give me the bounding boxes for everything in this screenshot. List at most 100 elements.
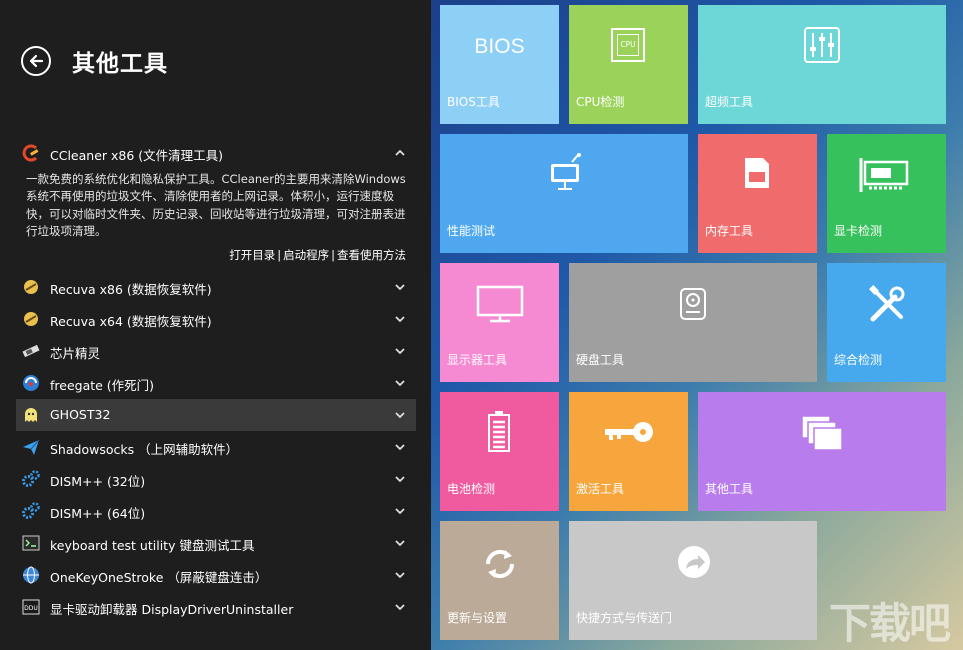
cpu-icon: CPU (611, 28, 645, 62)
gears-icon (22, 502, 40, 520)
ccleaner-icon (22, 144, 39, 162)
list-item-ghost32[interactable]: GHOST32 (16, 399, 416, 432)
open-folder-link[interactable]: 打开目录 (229, 248, 275, 262)
display-icon (476, 285, 524, 323)
bios-icon: BIOS (474, 35, 525, 58)
hard-disk-icon (680, 288, 706, 320)
list-item-freegate[interactable]: freegate (作死门) (16, 367, 416, 399)
chevron-up-icon[interactable] (394, 147, 406, 159)
chevron-down-icon[interactable] (394, 473, 406, 485)
equalizer-icon (804, 27, 840, 63)
tile-bios[interactable]: BIOS BIOS工具 (440, 5, 559, 124)
tool-list: CCleaner x86 (文件清理工具) 一款免费的系统优化和隐私保护工具。C… (16, 137, 416, 623)
tile-battery[interactable]: 电池检测 (440, 392, 559, 511)
ghost-icon (25, 408, 37, 423)
tile-gpu[interactable]: 显卡检测 (827, 134, 946, 253)
key-icon (605, 422, 653, 442)
chip-icon (22, 345, 40, 358)
globe-icon (23, 566, 39, 584)
list-item-ddu[interactable]: DDU 显卡驱动卸载器 DisplayDriverUninstaller (16, 591, 416, 623)
terminal-icon (22, 535, 40, 551)
list-item-recuva-x64[interactable]: Recuva x64 (数据恢复软件) (16, 303, 416, 335)
list-item-label: DISM++ (32位) (50, 474, 146, 490)
chevron-down-icon[interactable] (394, 505, 406, 517)
tile-other-tools[interactable]: 其他工具 (698, 392, 946, 511)
tile-label: 显示器工具 (447, 353, 508, 367)
chevron-down-icon[interactable] (394, 441, 406, 453)
chevron-down-icon[interactable] (394, 377, 406, 389)
back-button[interactable] (21, 46, 51, 76)
freegate-icon (23, 375, 39, 392)
item-description: 一款免费的系统优化和隐私保护工具。CCleaner的主要用来清除Windows系… (26, 172, 406, 238)
chevron-down-icon[interactable] (394, 313, 406, 325)
list-item-label: OneKeyOneStroke （屏蔽键盘连击） (50, 570, 268, 586)
list-item-recuva-x86[interactable]: Recuva x86 (数据恢复软件) (16, 271, 416, 303)
tile-grid: BIOS BIOS工具 CPU CPU检测 超频工具 性能测试 内存工具 显卡检… (431, 0, 963, 650)
chevron-down-icon[interactable] (394, 601, 406, 613)
list-item-label: Recuva x64 (数据恢复软件) (50, 314, 212, 330)
list-item-keyboard-test[interactable]: keyboard test utility 键盘测试工具 (16, 527, 416, 559)
list-item-label: 芯片精灵 (50, 346, 101, 362)
page-title: 其他工具 (72, 51, 168, 77)
list-item-dism-32[interactable]: DISM++ (32位) (16, 463, 416, 495)
tile-label: 综合检测 (834, 353, 883, 367)
ddu-icon: DDU (22, 599, 40, 615)
item-actions: 打开目录 | 启动程序 | 查看使用方法 (16, 240, 416, 271)
battery-icon (488, 411, 510, 452)
separator: | (331, 248, 335, 263)
tile-general-check[interactable]: 综合检测 (827, 263, 946, 382)
tile-overclock[interactable]: 超频工具 (698, 5, 946, 124)
tile-label: BIOS工具 (447, 95, 500, 109)
list-item-label: CCleaner x86 (文件清理工具) (50, 148, 224, 163)
graphics-card-icon (859, 158, 909, 192)
launch-program-link[interactable]: 启动程序 (283, 248, 329, 262)
tile-update-settings[interactable]: 更新与设置 (440, 521, 559, 640)
list-item-shadowsocks[interactable]: Shadowsocks （上网辅助软件） (16, 431, 416, 463)
tile-label: 显卡检测 (834, 224, 883, 238)
chevron-down-icon[interactable] (394, 569, 406, 581)
view-usage-link[interactable]: 查看使用方法 (337, 248, 406, 262)
list-item-chip[interactable]: 芯片精灵 (16, 335, 416, 367)
monitor-test-icon (551, 153, 581, 190)
chevron-down-icon[interactable] (394, 281, 406, 293)
recuva-icon (24, 312, 38, 327)
list-item-dism-64[interactable]: DISM++ (64位) (16, 495, 416, 527)
tile-label: 更新与设置 (447, 611, 508, 625)
watermark: 下载吧 (829, 599, 951, 648)
tile-label: 硬盘工具 (576, 353, 625, 367)
list-item-onekeyonestroke[interactable]: OneKeyOneStroke （屏蔽键盘连击） (16, 559, 416, 591)
refresh-icon (485, 549, 515, 579)
chevron-down-icon[interactable] (394, 409, 406, 421)
tile-performance[interactable]: 性能测试 (440, 134, 688, 253)
list-item-label: 显卡驱动卸载器 DisplayDriverUninstaller (50, 602, 294, 618)
share-arrow-icon (678, 546, 710, 578)
arrow-left-icon (29, 54, 44, 68)
windows-stack-icon (801, 415, 843, 451)
paper-plane-icon (23, 439, 40, 456)
list-item-ccleaner[interactable]: CCleaner x86 (文件清理工具) (16, 137, 416, 169)
tile-activate[interactable]: 激活工具 (569, 392, 688, 511)
memory-card-icon (745, 158, 769, 188)
tile-label: 超频工具 (705, 95, 754, 109)
list-item-label: Recuva x86 (数据恢复软件) (50, 282, 212, 298)
tile-cpu[interactable]: CPU CPU检测 (569, 5, 688, 124)
chevron-down-icon[interactable] (394, 345, 406, 357)
separator: | (277, 248, 282, 263)
list-item-label: Shadowsocks （上网辅助软件） (50, 442, 239, 458)
list-item-label: DISM++ (64位) (50, 506, 146, 522)
cpu-icon-text: CPU (617, 34, 639, 56)
chevron-down-icon[interactable] (394, 537, 406, 549)
tile-disk[interactable]: 硬盘工具 (569, 263, 817, 382)
tile-memory[interactable]: 内存工具 (698, 134, 817, 253)
list-item-label: GHOST32 (50, 407, 111, 423)
tile-label: CPU检测 (576, 95, 625, 109)
list-item-label: keyboard test utility 键盘测试工具 (50, 538, 255, 554)
tile-label: 电池检测 (447, 482, 496, 496)
wrench-screwdriver-icon (869, 285, 905, 322)
tile-label: 其他工具 (705, 482, 754, 496)
svg-text:DDU: DDU (24, 605, 38, 612)
tile-monitor[interactable]: 显示器工具 (440, 263, 559, 382)
tile-shortcut-portal[interactable]: 快捷方式与传送门 (569, 521, 817, 640)
gears-icon (22, 470, 40, 488)
tile-label: 内存工具 (705, 224, 754, 238)
